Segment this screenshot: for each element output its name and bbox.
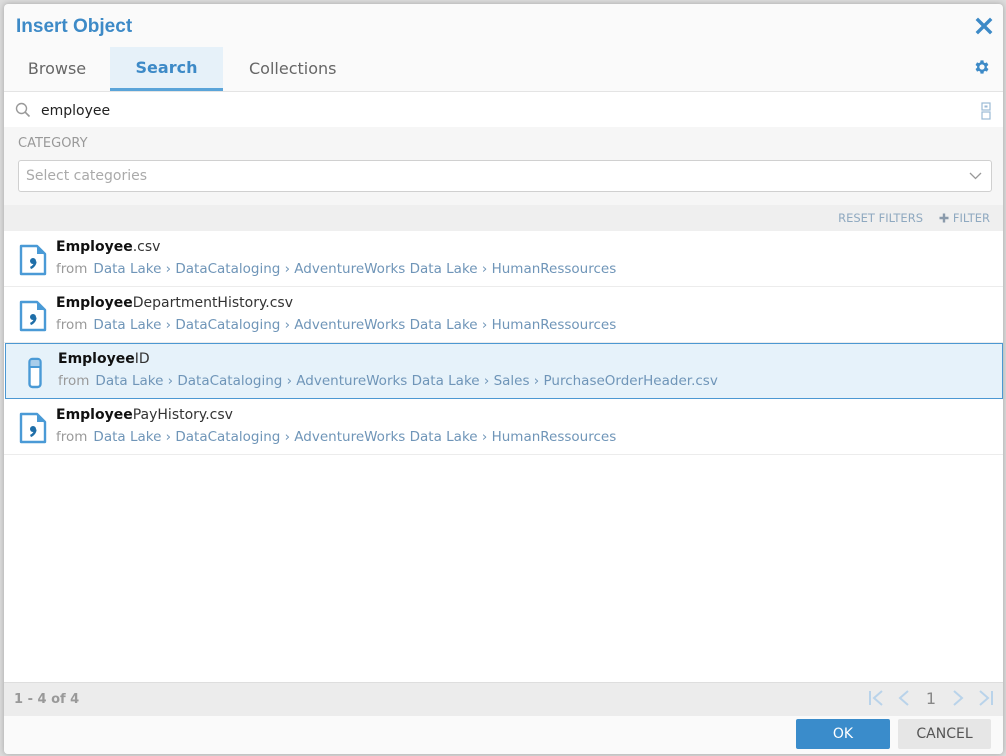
add-filter-button[interactable]: FILTER xyxy=(939,211,990,225)
result-item[interactable]: EmployeeDepartmentHistory.csv fromData L… xyxy=(4,287,1003,343)
close-button[interactable] xyxy=(975,17,993,35)
tab-collections[interactable]: Collections xyxy=(223,47,336,91)
result-count: 1 - 4 of 4 xyxy=(14,692,79,707)
reset-filters-button[interactable]: RESET FILTERS xyxy=(838,211,923,225)
result-name: Employee.csv xyxy=(56,239,160,255)
close-icon xyxy=(975,17,993,35)
result-path: fromData Lake › DataCataloging › Adventu… xyxy=(58,373,718,389)
result-name: EmployeePayHistory.csv xyxy=(56,407,233,423)
csv-file-icon xyxy=(18,412,48,444)
pagination-bar: 1 - 4 of 4 1 xyxy=(4,682,1003,717)
first-page-icon[interactable] xyxy=(867,688,885,708)
gear-icon xyxy=(973,58,991,76)
pager: 1 xyxy=(867,688,995,708)
tab-browse[interactable]: Browse xyxy=(4,47,110,91)
search-bar xyxy=(4,91,1003,128)
previous-page-icon[interactable] xyxy=(895,688,913,708)
view-toggle-icon[interactable] xyxy=(981,102,991,120)
current-page: 1 xyxy=(923,689,939,708)
filter-toolbar: RESET FILTERS FILTER xyxy=(4,205,1003,231)
dialog-title: Insert Object xyxy=(16,16,132,38)
settings-button[interactable] xyxy=(973,58,991,76)
result-path: fromData Lake › DataCataloging › Adventu… xyxy=(56,317,616,333)
filters-panel: CATEGORY Select categories xyxy=(4,127,1003,205)
search-input[interactable] xyxy=(39,98,943,124)
column-icon xyxy=(20,357,50,389)
csv-file-icon xyxy=(18,244,48,276)
results-list: Employee.csv fromData Lake › DataCatalog… xyxy=(4,231,1003,682)
result-path: fromData Lake › DataCataloging › Adventu… xyxy=(56,261,616,277)
add-filter-label: FILTER xyxy=(953,211,990,225)
result-name: EmployeeDepartmentHistory.csv xyxy=(56,295,293,311)
category-select[interactable]: Select categories xyxy=(18,160,992,192)
plus-icon xyxy=(939,213,949,223)
ok-button[interactable]: OK xyxy=(796,719,890,749)
result-item[interactable]: Employee.csv fromData Lake › DataCatalog… xyxy=(4,231,1003,287)
result-path: fromData Lake › DataCataloging › Adventu… xyxy=(56,429,616,445)
tab-bar: Browse Search Collections xyxy=(4,47,336,91)
search-icon xyxy=(15,102,31,118)
result-name: EmployeeID xyxy=(58,351,150,367)
category-placeholder: Select categories xyxy=(26,168,147,184)
insert-object-dialog: Insert Object Browse Search Collections … xyxy=(4,4,1003,754)
result-item[interactable]: EmployeePayHistory.csv fromData Lake › D… xyxy=(4,399,1003,455)
category-label: CATEGORY xyxy=(18,136,88,151)
dialog-actions: OK CANCEL xyxy=(4,716,1003,754)
csv-file-icon xyxy=(18,300,48,332)
next-page-icon[interactable] xyxy=(949,688,967,708)
chevron-down-icon xyxy=(969,171,982,181)
result-item-selected[interactable]: EmployeeID fromData Lake › DataCatalogin… xyxy=(5,343,1003,399)
cancel-button[interactable]: CANCEL xyxy=(898,719,991,749)
last-page-icon[interactable] xyxy=(977,688,995,708)
tab-search[interactable]: Search xyxy=(110,47,223,91)
